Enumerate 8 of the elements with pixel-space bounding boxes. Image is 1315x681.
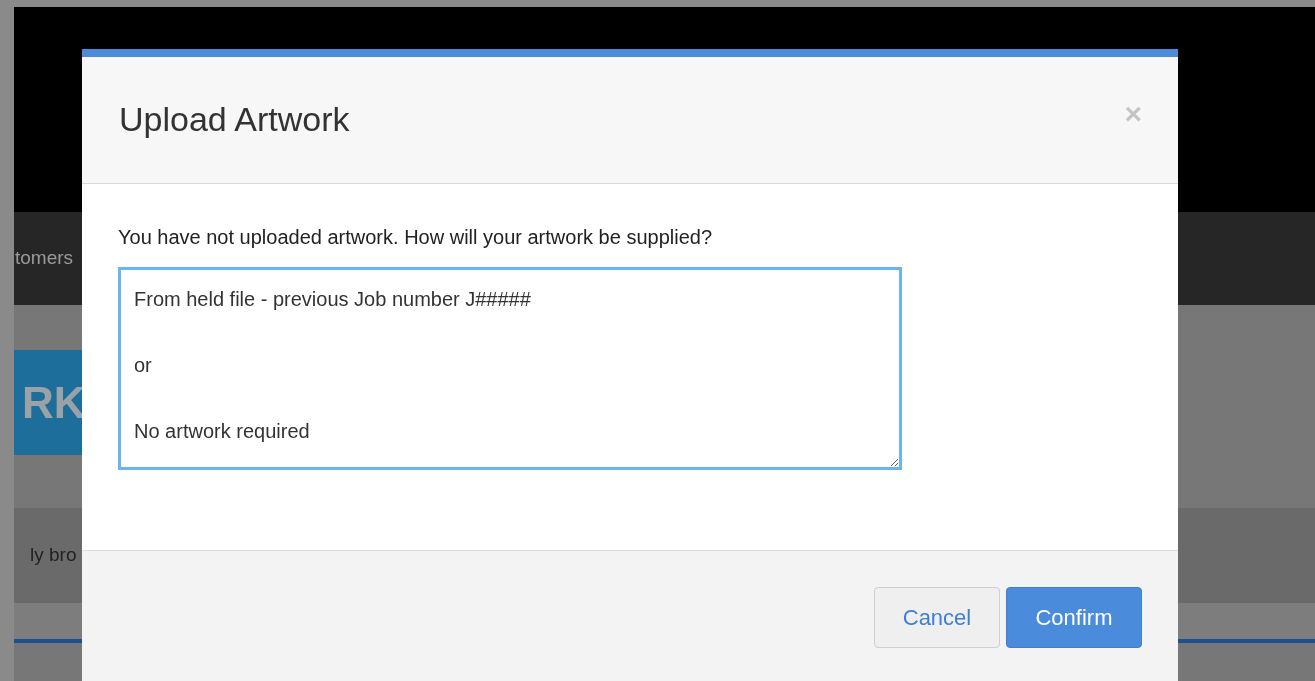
confirm-button[interactable]: Confirm: [1006, 587, 1142, 648]
prompt-text: You have not uploaded artwork. How will your artwork be supplied?: [118, 225, 714, 249]
banner-heading: RK: [22, 376, 86, 429]
nav-link[interactable]: tomers: [15, 244, 74, 273]
cancel-button[interactable]: Cancel: [874, 587, 1000, 648]
dialog-title: Upload Artwork: [119, 98, 350, 140]
row-text: ly bro: [30, 543, 77, 568]
answer-box[interactable]: From held file - previous Job number J##### or No artwork required: [118, 267, 902, 470]
